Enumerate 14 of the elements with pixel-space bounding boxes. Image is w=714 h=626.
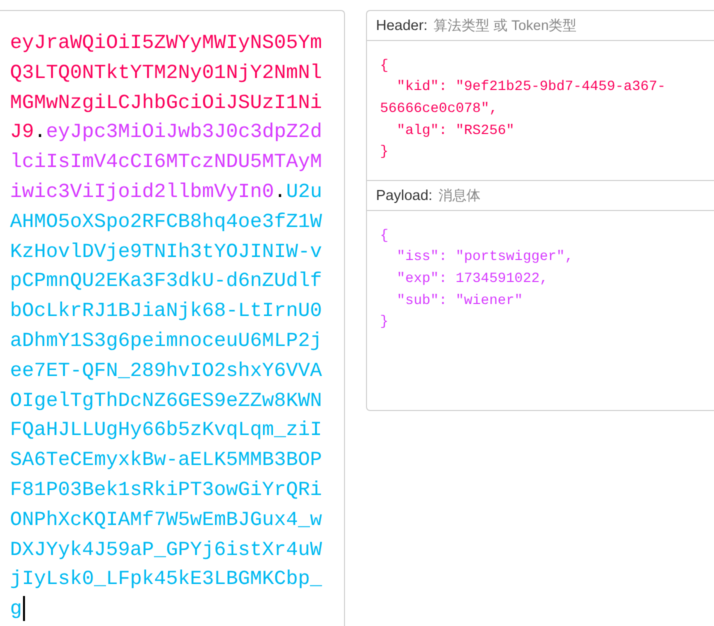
json-brace: {: [380, 226, 390, 246]
section-description: 消息体: [438, 186, 480, 205]
json-field: "kid": "9ef21b25-9bd7-4459-a367-56666ce0c078",: [380, 77, 670, 121]
json-brace: }: [380, 143, 390, 162]
section-label: Payload:: [376, 188, 432, 204]
json-brace: {: [380, 56, 390, 76]
json-field: "alg": "RS256": [380, 120, 670, 142]
json-brace: }: [380, 313, 390, 332]
encoded-token: eyJraWQiOiI5ZWYyMWIyNS05YmQ3LTQ0NTktYTM2Ny01NjY2NmNlMGMwNzgiLCJhbGciOiJSUzI1NiJ9.eyJpc3MiOiJwb3J0c3dpZ2dlciIsImV4cCI6MTczNDU5MTAyMiwic3ViIjoid2llbmVyIn0.U2uAHMO5oXSpo2RFCB8hq4oe3fZ1WKzHovlDVje9TNIh3tYOJINIW-vpCPmnQU2EKa3F3dkU-d6nZUdlfbOcLkrRJ1BJiaNjk68-LtIrnU0aDhmY1S3g6peimnoceuU6MLP2jee7ET-QFN_289hvIO2shxY6VVAOIgelTgThDcNZ6GES9eZZw8KWNFQaHJLLUgHy66b5zKvqLqm_ziISA6TeCEmyxkBw-aELK5MMB3BOPF81P03Bek1sRkiPT3owGiYrQRiONPhXcKQIAMf7W5wEmBJGux4_wDXJYyk4J59aP_GPYj6istXr4uWjIyLsk0_LFpk45kE3LBGMKCbp_g: [10, 32, 322, 622]
json-field: "iss": "portswigger",: [380, 247, 670, 269]
json-field: "sub": "wiener": [380, 290, 670, 312]
section-description: 算法类型 或 Token类型: [434, 16, 577, 34]
json-field: "exp": 1734591022,: [380, 268, 670, 291]
section-label: Header:: [376, 18, 428, 34]
